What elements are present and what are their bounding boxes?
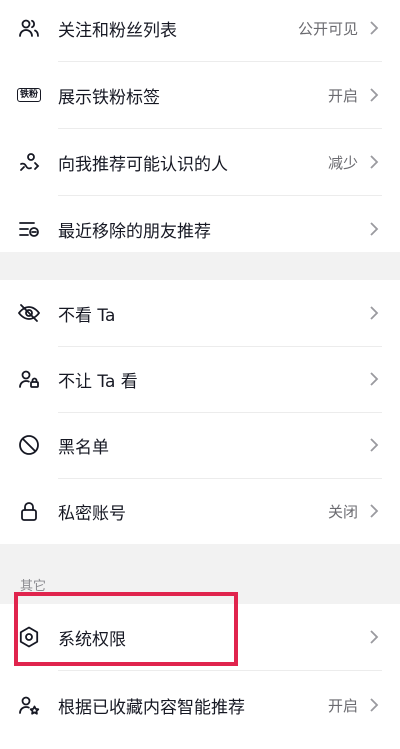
removed-friends-label: 最近移除的朋友推荐 <box>58 221 211 242</box>
chevron-right-icon <box>370 88 379 102</box>
lock-icon <box>16 498 42 524</box>
chevron-right-icon <box>370 222 379 236</box>
row-private-account[interactable]: 私密账号 关闭 <box>0 478 400 544</box>
smart-recommend-value: 开启 <box>327 696 358 715</box>
row-recommend-people[interactable]: 向我推荐可能认识的人 减少 <box>0 129 400 195</box>
highlight-box <box>14 592 238 666</box>
private-account-label: 私密账号 <box>58 503 126 524</box>
row-blacklist[interactable]: 黑名单 <box>0 412 400 478</box>
recommend-people-value: 减少 <box>327 153 358 172</box>
smart-recommend-label: 根据已收藏内容智能推荐 <box>58 697 245 718</box>
iron-fan-tag-value: 开启 <box>327 86 358 105</box>
row-follow-list[interactable]: 关注和粉丝列表 公开可见 <box>0 0 400 61</box>
iron-fan-tag-label: 展示铁粉标签 <box>58 87 160 108</box>
recommend-people-icon <box>16 149 42 175</box>
follow-list-value: 公开可见 <box>297 19 358 38</box>
chevron-right-icon <box>370 504 379 518</box>
row-removed-friends[interactable]: 最近移除的朋友推荐 <box>0 196 400 262</box>
divider <box>58 670 382 671</box>
row-dont-let-ta-see[interactable]: 不让 Ta 看 <box>0 346 400 412</box>
chevron-right-icon <box>370 21 379 35</box>
follow-list-label: 关注和粉丝列表 <box>58 20 177 41</box>
chevron-right-icon <box>370 372 379 386</box>
settings-group-2: 不看 Ta 不让 Ta 看 黑名单 私密账号 关闭 <box>0 280 400 544</box>
dont-let-ta-see-label: 不让 Ta 看 <box>58 371 138 392</box>
eye-off-icon <box>16 300 42 326</box>
chevron-right-icon <box>370 630 379 644</box>
chevron-right-icon <box>370 438 379 452</box>
removed-list-icon <box>16 216 42 242</box>
iron-fan-badge-icon: 铁粉 <box>16 82 42 108</box>
blacklist-label: 黑名单 <box>58 437 109 458</box>
block-icon <box>16 432 42 458</box>
row-dont-see-ta[interactable]: 不看 Ta <box>0 280 400 346</box>
settings-group-1: 关注和粉丝列表 公开可见 铁粉 展示铁粉标签 开启 向我推荐可能认识的人 减少 … <box>0 0 400 252</box>
private-account-value: 关闭 <box>327 502 358 521</box>
followers-icon <box>16 15 42 41</box>
dont-see-ta-label: 不看 Ta <box>58 305 116 326</box>
row-iron-fan-tag[interactable]: 铁粉 展示铁粉标签 开启 <box>0 62 400 128</box>
chevron-right-icon <box>370 698 379 712</box>
user-star-icon <box>16 692 42 718</box>
user-lock-icon <box>16 366 42 392</box>
chevron-right-icon <box>370 155 379 169</box>
chevron-right-icon <box>370 306 379 320</box>
row-smart-recommend[interactable]: 根据已收藏内容智能推荐 开启 <box>0 672 400 738</box>
recommend-people-label: 向我推荐可能认识的人 <box>58 154 228 175</box>
